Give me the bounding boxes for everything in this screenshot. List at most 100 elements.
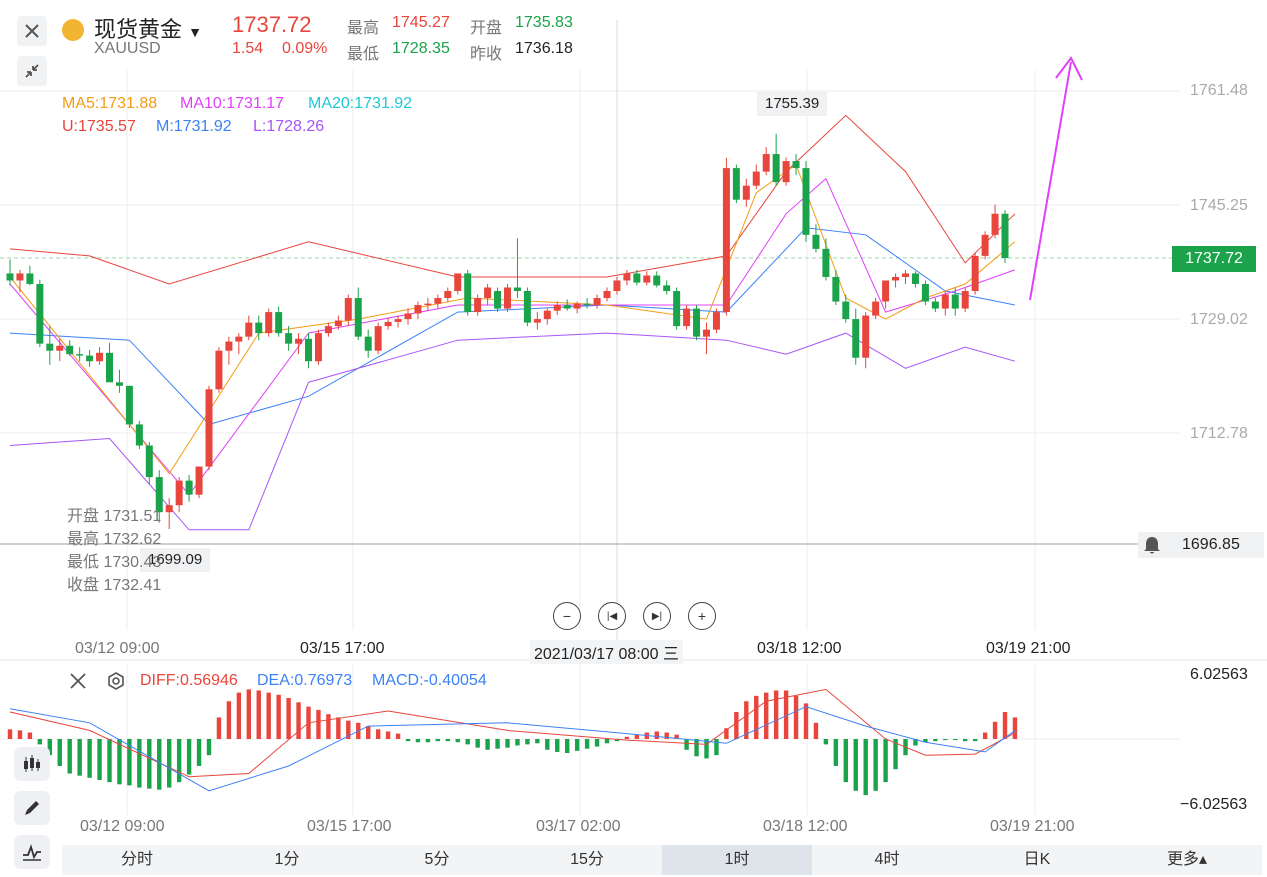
alert-price-row[interactable]: 1696.85: [1138, 532, 1264, 558]
tab-more[interactable]: 更多▴: [1112, 845, 1262, 875]
macd-time-2: 03/17 02:00: [536, 818, 621, 835]
candle-body: [703, 329, 710, 337]
candle: [862, 312, 870, 369]
tip-close: 收盘 1732.41: [67, 577, 162, 594]
candle-body: [892, 276, 900, 281]
candle-body: [802, 168, 810, 235]
draw-tool-button[interactable]: [14, 791, 50, 825]
tab-5m[interactable]: 5分: [362, 845, 512, 875]
candle: [722, 157, 730, 316]
candle-type-button[interactable]: [14, 747, 50, 781]
candle: [215, 347, 223, 393]
candle-body: [125, 385, 133, 425]
macd-close-icon[interactable]: [68, 671, 88, 691]
current-price-badge: 1737.72: [1172, 246, 1256, 272]
candle-body: [484, 287, 492, 299]
tab-4h[interactable]: 4时: [812, 845, 962, 875]
zoom-in-button[interactable]: +: [688, 602, 716, 630]
candle: [86, 349, 94, 367]
candle: [892, 273, 900, 288]
jump-end-button[interactable]: ▶|: [643, 602, 671, 630]
zoom-out-button[interactable]: −: [553, 602, 581, 630]
candle-body: [951, 294, 959, 309]
candle: [732, 164, 740, 204]
time-label-0: 03/12 09:00: [75, 640, 160, 657]
gold-coin-icon: [62, 19, 84, 41]
macd-settings-icon[interactable]: [106, 671, 126, 691]
tab-1h[interactable]: 1时: [662, 845, 812, 875]
candle-body: [593, 298, 601, 306]
candle-body: [832, 276, 840, 302]
candle: [46, 326, 54, 365]
macd-bar: [485, 739, 490, 750]
macd-bar: [465, 739, 470, 745]
candle-body: [384, 321, 392, 327]
candle: [464, 269, 472, 316]
candle-body: [902, 273, 909, 277]
candle: [513, 238, 521, 299]
candle-body: [1001, 213, 1009, 258]
candle-body: [693, 308, 701, 337]
candle-body: [205, 389, 213, 467]
tab-1m[interactable]: 1分: [212, 845, 362, 875]
macd-bar: [206, 739, 212, 756]
macd-time-0: 03/12 09:00: [80, 818, 165, 835]
close-button[interactable]: [17, 16, 47, 46]
candle: [742, 178, 750, 207]
macd-bar: [624, 736, 630, 739]
candle-body: [404, 313, 412, 320]
candle-body: [245, 322, 253, 337]
candle-body: [115, 382, 123, 386]
macd-bar: [266, 692, 271, 739]
tab-15m[interactable]: 15分: [512, 845, 662, 875]
candle-body: [106, 352, 113, 383]
macd-value-label: MACD:-0.40054: [372, 672, 487, 689]
indicator-button[interactable]: [14, 835, 50, 869]
macd-bar: [107, 739, 112, 783]
ma10-label: MA10:1731.17: [180, 95, 285, 112]
candle-body: [543, 310, 551, 320]
candle-body: [56, 345, 64, 351]
candle: [474, 294, 482, 316]
dropdown-icon: ▼: [188, 24, 202, 40]
collapse-button[interactable]: [17, 56, 47, 86]
candle: [334, 315, 342, 330]
tab-timeshare[interactable]: 分时: [62, 845, 212, 875]
macd-bar: [385, 731, 391, 739]
candle-body: [722, 168, 730, 313]
candle-body: [862, 315, 870, 358]
candle: [344, 294, 352, 327]
candle-body: [553, 305, 561, 311]
macd-bar: [27, 732, 33, 739]
candle-body: [563, 305, 571, 309]
candle-body: [762, 154, 770, 172]
macd-bar: [186, 739, 192, 775]
candle: [444, 287, 452, 302]
macd-bar: [664, 732, 669, 739]
macd-bar: [963, 739, 968, 742]
candle: [882, 280, 890, 309]
candle-body: [504, 287, 511, 309]
candle: [673, 287, 681, 330]
macd-time-1: 03/15 17:00: [307, 818, 392, 835]
macd-bar: [863, 739, 868, 796]
candle-body: [513, 287, 521, 292]
candle: [693, 305, 701, 341]
macd-bar: [684, 739, 689, 750]
candle-body: [195, 466, 203, 495]
macd-bar: [754, 695, 759, 739]
candle-body: [26, 273, 34, 284]
candle: [832, 269, 840, 306]
jump-start-button[interactable]: |◀: [598, 602, 626, 630]
macd-bar: [644, 732, 649, 739]
macd-bar: [913, 739, 918, 746]
candle-body: [732, 168, 740, 200]
candle: [752, 164, 760, 190]
candle: [106, 342, 113, 383]
skip-back-icon: |◀: [606, 610, 618, 622]
candle-body: [464, 273, 472, 313]
tab-daily[interactable]: 日K: [962, 845, 1112, 875]
candle: [225, 336, 233, 365]
candle-body: [623, 273, 631, 281]
candle: [583, 298, 591, 309]
